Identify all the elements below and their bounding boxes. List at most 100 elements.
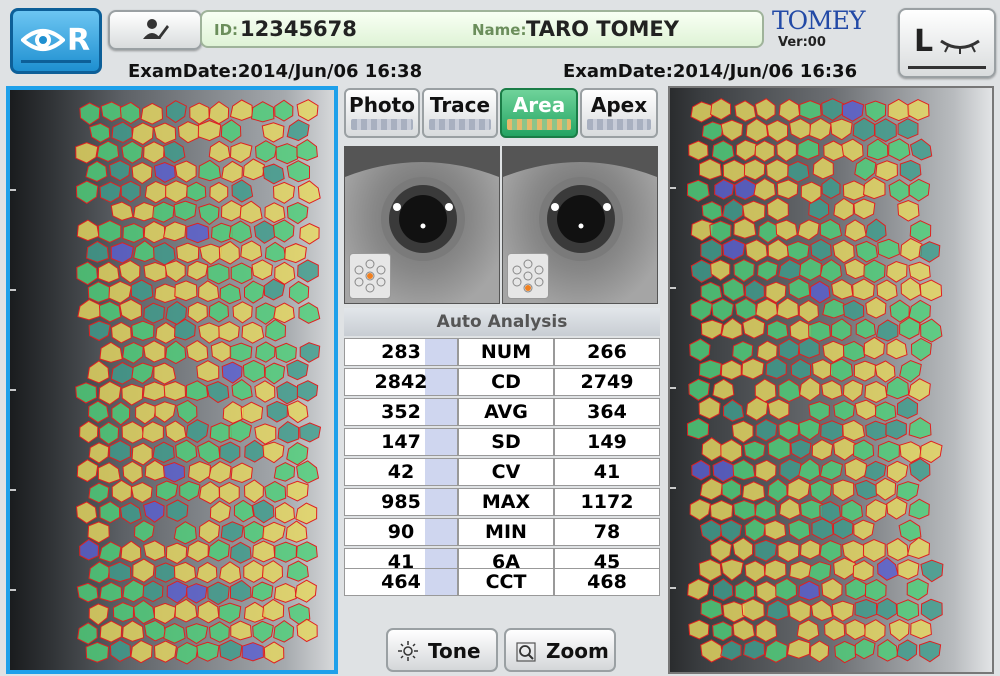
exam-date-right: ExamDate:2014/Jun/06 16:38 [128, 61, 423, 82]
endothelial-cell [85, 641, 110, 663]
table-row: 283 NUM 266 [344, 338, 660, 366]
right-value: 2842 [344, 368, 458, 396]
endothelial-cell [174, 280, 198, 302]
tab-apex[interactable]: Apex [580, 88, 658, 138]
cct-label: CCT [458, 568, 554, 596]
endothelial-cell [176, 242, 200, 264]
endothelial-cell [142, 381, 166, 402]
left-value: 41 [554, 458, 660, 486]
endothelial-cell [122, 223, 145, 243]
right-value: 147 [344, 428, 458, 456]
endothelial-cell [854, 598, 878, 619]
eye-icon [21, 29, 65, 51]
right-eye-label: R [67, 23, 91, 58]
name-value: TARO TOMEY [526, 17, 679, 41]
eye-underline [21, 60, 91, 63]
metric-label: CD [458, 368, 554, 396]
right-value: 90 [344, 518, 458, 546]
endothelial-cell [808, 320, 831, 342]
fixation-target-icon [354, 259, 386, 293]
right-value: 283 [344, 338, 458, 366]
exam-date-left: ExamDate:2014/Jun/06 16:36 [563, 61, 858, 82]
cct-right-value: 464 [344, 568, 458, 596]
endothelial-cell [163, 381, 187, 401]
tab-trace[interactable]: Trace [422, 88, 498, 138]
endothelial-cell [210, 222, 233, 243]
tab-photo[interactable]: Photo [344, 88, 420, 138]
table-row: 90 MIN 78 [344, 518, 660, 546]
right-eye-specular-image[interactable] [6, 86, 338, 674]
left-eye-label: L [914, 24, 934, 59]
metric-label: MIN [458, 518, 554, 546]
sun-icon [398, 641, 418, 661]
right-eye-photo[interactable] [344, 146, 500, 304]
endothelial-cell [877, 238, 900, 260]
id-value: 12345678 [240, 17, 357, 41]
fixation-target-icon [512, 259, 544, 293]
endothelial-cell [786, 240, 810, 261]
endothelial-cell [799, 499, 824, 520]
user-edit-icon [143, 19, 169, 39]
table-row: 352 AVG 364 [344, 398, 660, 426]
left-value: 78 [554, 518, 660, 546]
endothelial-cell [186, 222, 210, 244]
endothelial-cell [698, 359, 722, 380]
endothelial-cell [910, 619, 932, 640]
metric-label: CV [458, 458, 554, 486]
right-value: 352 [344, 398, 458, 426]
endothelial-cell [709, 499, 734, 522]
endothelial-cell [229, 342, 253, 363]
endothelial-cell [275, 143, 299, 165]
endothelial-cell-map [670, 88, 992, 672]
endothelial-cell [275, 342, 297, 364]
right-value: 985 [344, 488, 458, 516]
left-value: 149 [554, 428, 660, 456]
tab-thumbnail [507, 119, 571, 130]
metric-label: SD [458, 428, 554, 456]
brand-logo: TOMEY [772, 6, 866, 35]
zoom-button[interactable]: Zoom [504, 628, 616, 672]
endothelial-cell [241, 642, 264, 662]
eye-underline [908, 66, 986, 69]
endothelial-cell-map [10, 90, 334, 670]
tab-thumbnail [429, 119, 491, 130]
version-label: Ver:00 [778, 35, 826, 50]
tab-thumbnail [351, 119, 413, 130]
left-value: 1172 [554, 488, 660, 516]
analysis-table: 283 NUM 266 2842 CD 2749 352 AVG 364 147 SD 149 42 CV… [344, 336, 660, 578]
patient-info-bar: ID: 12345678 Name: TARO TOMEY [200, 10, 764, 48]
left-value: 266 [554, 338, 660, 366]
left-eye-button[interactable]: L [898, 8, 996, 78]
tab-label: Trace [429, 93, 491, 117]
endothelial-cell [776, 179, 799, 200]
cct-left-value: 468 [554, 568, 660, 596]
table-row: 42 CV 41 [344, 458, 660, 486]
left-value: 364 [554, 398, 660, 426]
endothelial-cell [688, 140, 709, 161]
fixation-target-icon[interactable] [507, 253, 549, 299]
tab-area[interactable]: Area [500, 88, 578, 138]
tab-label: Photo [349, 93, 415, 117]
zoom-label: Zoom [546, 639, 609, 663]
table-row: 2842 CD 2749 [344, 368, 660, 396]
fixation-target-icon[interactable] [349, 253, 391, 299]
tone-button[interactable]: Tone [386, 628, 498, 672]
left-eye-photo[interactable] [502, 146, 658, 304]
left-eye-specular-image[interactable] [668, 86, 994, 674]
endothelial-cell [209, 422, 233, 443]
table-row: 147 SD 149 [344, 428, 660, 456]
closed-eye-icon [940, 39, 980, 54]
right-value: 42 [344, 458, 458, 486]
tab-thumbnail [587, 119, 651, 130]
auto-analysis-title: Auto Analysis [344, 308, 660, 336]
user-edit-button[interactable] [108, 10, 202, 50]
right-eye-button[interactable]: R [10, 8, 102, 74]
metric-label: AVG [458, 398, 554, 426]
table-row: 464 CCT 468 [344, 568, 660, 596]
endothelial-cell [97, 219, 122, 243]
endothelial-cell [799, 100, 822, 120]
endothelial-cell [820, 420, 844, 442]
table-row: 985 MAX 1172 [344, 488, 660, 516]
tab-label: Apex [590, 93, 648, 117]
endothelial-cell [688, 619, 710, 640]
